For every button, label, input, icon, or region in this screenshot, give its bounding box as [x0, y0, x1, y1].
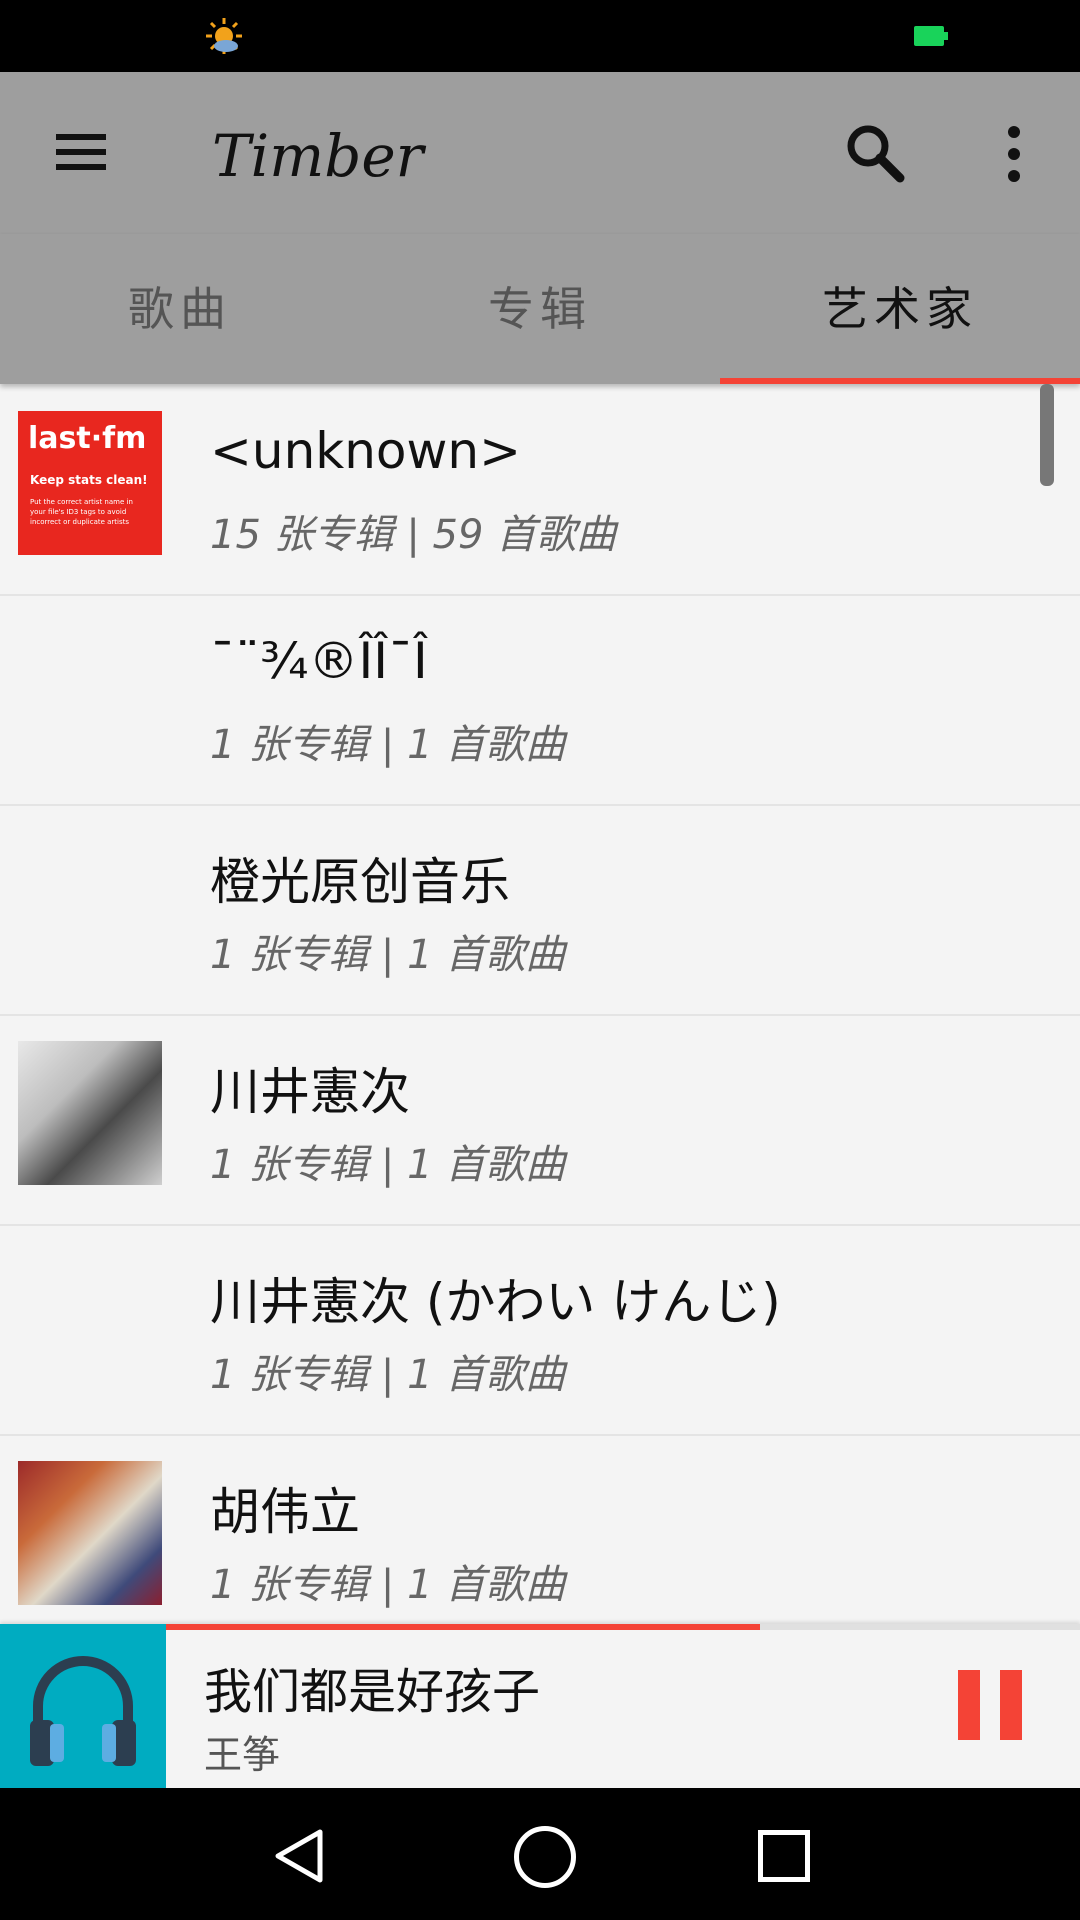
artist-meta: 1 张专辑 | 1 首歌曲 — [210, 932, 566, 978]
artist-name: 川井憲次 — [210, 1063, 410, 1121]
song-title: 我们都是好孩子 — [204, 1664, 541, 1720]
playback-progress-fill — [166, 1624, 761, 1630]
thumb-caption: Keep stats clean! — [30, 473, 148, 487]
artist-row[interactable]: 川井憲次 1 张专辑 | 1 首歌曲 — [0, 1014, 1080, 1226]
search-icon[interactable] — [842, 120, 910, 188]
song-artist: 王筝 — [204, 1733, 281, 1777]
artist-name: 川井憲次 (かわい けんじ) — [210, 1273, 781, 1331]
artist-row[interactable]: 川井憲次 (かわい けんじ) 1 张专辑 | 1 首歌曲 — [0, 1224, 1080, 1436]
artist-thumbnail — [18, 1461, 162, 1605]
lastfm-logo: last·fm — [28, 421, 147, 456]
artist-meta: 1 张专辑 | 1 首歌曲 — [210, 1142, 566, 1188]
artist-row[interactable]: 橙光原创音乐 1 张专辑 | 1 首歌曲 — [0, 804, 1080, 1016]
headphones-icon — [30, 1656, 136, 1766]
artist-meta: 15 张专辑 | 59 首歌曲 — [210, 512, 617, 558]
playback-progress[interactable] — [166, 1624, 1080, 1630]
app-title: Timber — [212, 122, 424, 190]
album-art — [0, 1624, 166, 1788]
tab-bar: 歌曲 专辑 艺术家 — [0, 234, 1080, 384]
artist-name: ¯¨¾®ÎÎ¯Î — [210, 632, 428, 690]
back-icon[interactable] — [270, 1828, 330, 1884]
now-playing-bar[interactable]: 我们都是好孩子 王筝 — [0, 1624, 1080, 1788]
system-navigation-bar — [0, 1788, 1080, 1920]
artist-row[interactable]: ¯¨¾®ÎÎ¯Î 1 张专辑 | 1 首歌曲 — [0, 594, 1080, 806]
status-bar — [0, 0, 1080, 72]
artist-meta: 1 张专辑 | 1 首歌曲 — [210, 722, 566, 768]
artist-name: 胡伟立 — [210, 1483, 360, 1541]
artist-meta: 1 张专辑 | 1 首歌曲 — [210, 1562, 566, 1608]
artist-meta: 1 张专辑 | 1 首歌曲 — [210, 1352, 566, 1398]
scrollbar-thumb[interactable] — [1040, 384, 1054, 486]
tab-artists[interactable]: 艺术家 — [720, 234, 1080, 384]
artist-name: 橙光原创音乐 — [210, 853, 510, 911]
thumb-note: Put the correct artist name in your file… — [30, 498, 133, 526]
weather-icon — [206, 18, 242, 54]
battery-icon — [914, 26, 948, 46]
artist-thumbnail: last·fm Keep stats clean! Put the correc… — [18, 411, 162, 555]
artist-list[interactable]: last·fm Keep stats clean! Put the correc… — [0, 384, 1080, 1624]
artist-row[interactable]: last·fm Keep stats clean! Put the correc… — [0, 384, 1080, 596]
menu-icon[interactable] — [50, 128, 110, 176]
artist-name: <unknown> — [210, 422, 521, 480]
pause-button[interactable] — [958, 1670, 1022, 1740]
artist-thumbnail — [18, 1041, 162, 1185]
more-vert-icon[interactable] — [990, 124, 1038, 184]
artist-row[interactable]: 胡伟立 1 张专辑 | 1 首歌曲 — [0, 1434, 1080, 1624]
recent-apps-icon[interactable] — [758, 1830, 810, 1882]
tab-albums[interactable]: 专辑 — [360, 234, 720, 384]
home-icon[interactable] — [514, 1826, 576, 1888]
tab-songs[interactable]: 歌曲 — [0, 234, 360, 384]
app-toolbar: Timber — [0, 72, 1080, 234]
